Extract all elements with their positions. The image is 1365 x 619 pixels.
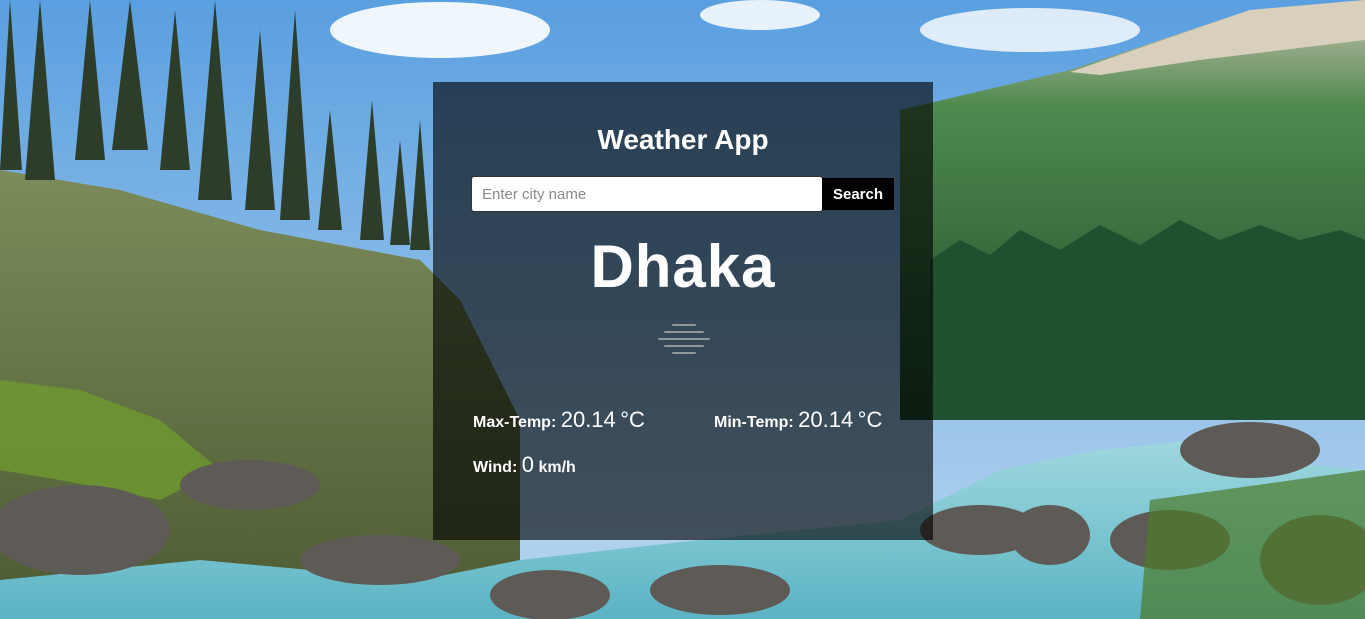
search-button[interactable]: Search (822, 178, 894, 210)
wind-speed: Wind: 0 km/h (473, 452, 576, 478)
weather-card: Weather App Search Dhaka Max-Temp: 20.14… (433, 82, 933, 540)
min-temp-label: Min-Temp: (714, 414, 794, 431)
min-temp-value: 20.14 (798, 407, 854, 432)
city-name: Dhaka (590, 233, 776, 300)
max-temp: Max-Temp: 20.14 °C (473, 407, 645, 433)
max-temp-unit: °C (620, 407, 645, 432)
city-search-input[interactable] (471, 176, 823, 212)
max-temp-label: Max-Temp: (473, 414, 557, 431)
app-title: Weather App (597, 124, 769, 155)
search-bar: Search (471, 176, 894, 212)
max-temp-value: 20.14 (560, 407, 616, 432)
wind-value: 0 (521, 452, 534, 477)
mist-icon (658, 324, 710, 354)
wind-unit: km/h (538, 459, 576, 476)
wind-label: Wind: (473, 459, 518, 476)
min-temp: Min-Temp: 20.14 °C (714, 407, 882, 433)
min-temp-unit: °C (857, 407, 883, 432)
